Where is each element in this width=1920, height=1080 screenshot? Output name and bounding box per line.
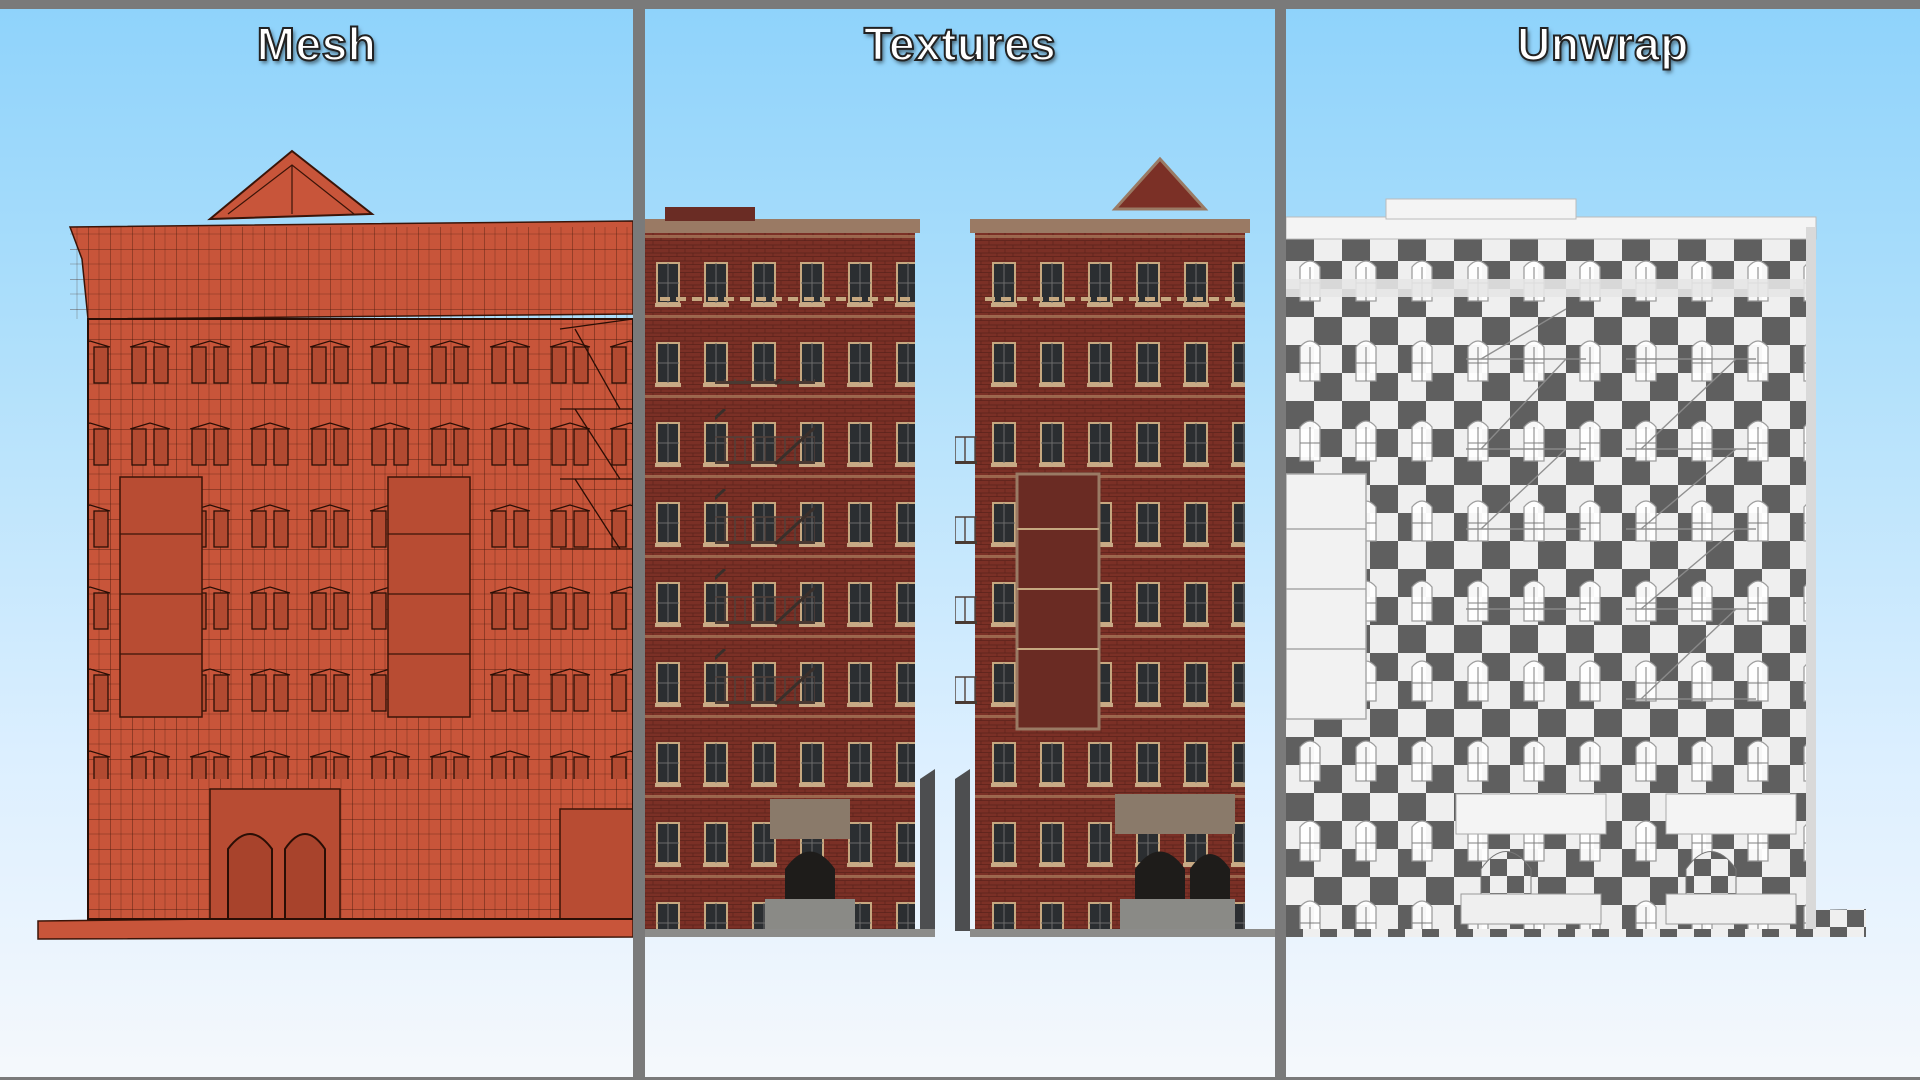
uv-checker-building-render — [1286, 198, 1866, 937]
textured-building-render — [645, 156, 1275, 937]
mesh-panel-title: Mesh — [256, 17, 377, 71]
unwrap-panel: Unwrap — [1286, 9, 1920, 1077]
textures-panel: Textures — [645, 9, 1275, 1077]
comparison-image: Mesh Textures Unwrap — [0, 0, 1920, 1080]
mesh-panel: Mesh — [0, 9, 633, 1077]
unwrap-panel-title: Unwrap — [1516, 17, 1689, 71]
mesh-building-render — [37, 149, 633, 940]
textures-panel-title: Textures — [863, 17, 1057, 71]
